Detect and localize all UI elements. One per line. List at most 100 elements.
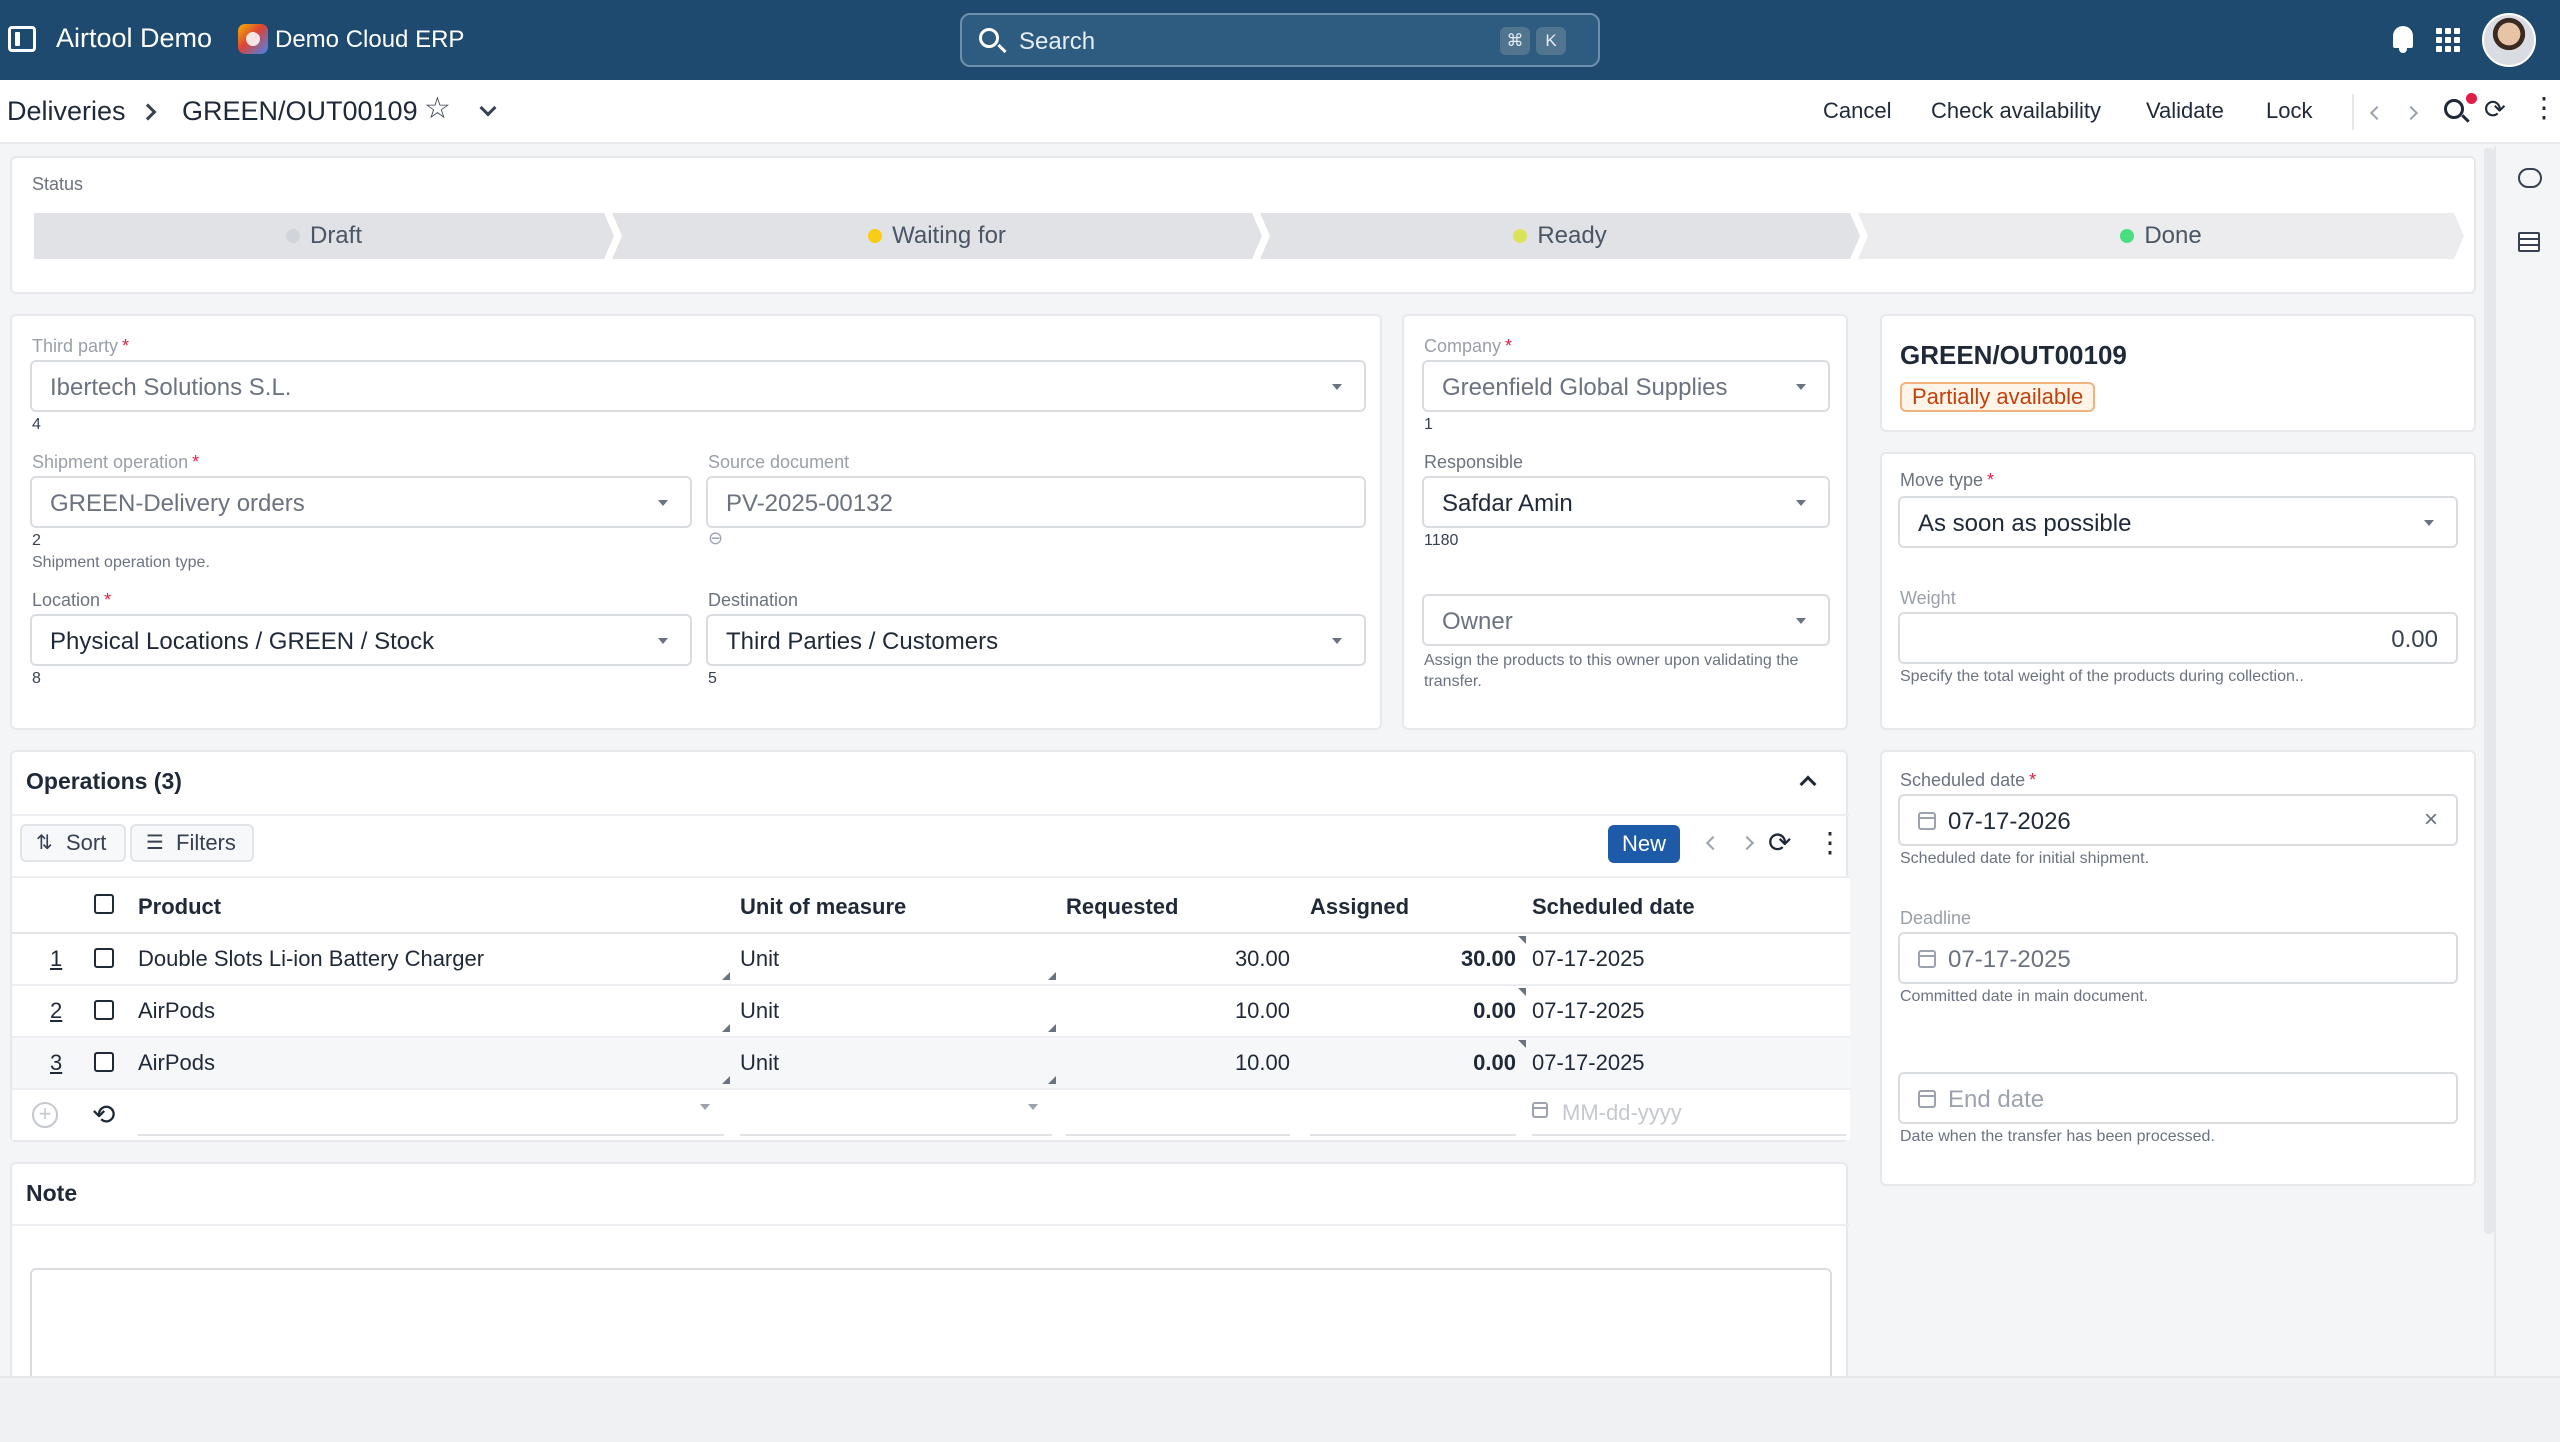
cell-uom[interactable]: Unit bbox=[740, 1050, 779, 1076]
more-options-icon[interactable]: ⋮ bbox=[2530, 94, 2558, 122]
operations-card: Operations (3) ⇅ Sort ☰ Filters New ⟳ ⋮ … bbox=[10, 750, 1850, 1142]
location-field[interactable]: Physical Locations / GREEN / Stock bbox=[30, 614, 692, 666]
clear-icon[interactable]: × bbox=[2424, 806, 2438, 834]
table-row[interactable]: 3 AirPods Unit 10.00 0.00 07-17-2025 bbox=[12, 1038, 1850, 1090]
cell-product[interactable]: AirPods bbox=[138, 1050, 215, 1076]
column-unit-of-measure[interactable]: Unit of measure bbox=[740, 894, 906, 920]
validate-button[interactable]: Validate bbox=[2146, 98, 2224, 124]
row-checkbox[interactable] bbox=[94, 948, 114, 968]
cell-assigned[interactable]: 30.00 bbox=[1310, 946, 1516, 972]
cell-uom[interactable]: Unit bbox=[740, 998, 779, 1024]
more-options-icon[interactable]: ⋮ bbox=[1816, 826, 1844, 859]
filters-button[interactable]: ☰ Filters bbox=[130, 824, 254, 862]
scheduled-date-value: 07-17-2026 bbox=[1948, 808, 2071, 835]
status-step-waiting[interactable]: Waiting for bbox=[612, 213, 1262, 259]
app-name[interactable]: Airtool Demo bbox=[56, 23, 212, 54]
row-number[interactable]: 1 bbox=[50, 946, 62, 972]
weight-label: Weight bbox=[1900, 588, 1956, 608]
note-textarea[interactable] bbox=[30, 1268, 1832, 1388]
scheduled-date-field[interactable]: 07-17-2026 × bbox=[1898, 794, 2458, 846]
column-assigned[interactable]: Assigned bbox=[1310, 894, 1409, 920]
apps-grid-icon[interactable] bbox=[2436, 28, 2460, 52]
breadcrumb-root[interactable]: Deliveries bbox=[7, 96, 126, 127]
shipment-operation-id: 2 bbox=[32, 532, 41, 549]
row-checkbox[interactable] bbox=[94, 1052, 114, 1072]
company-field[interactable]: Greenfield Global Supplies bbox=[1422, 360, 1830, 412]
chat-icon[interactable] bbox=[2518, 168, 2542, 188]
next-page-icon[interactable] bbox=[1739, 835, 1755, 851]
row-number[interactable]: 2 bbox=[50, 998, 62, 1024]
cell-corner-marker bbox=[722, 972, 730, 980]
column-requested[interactable]: Requested bbox=[1066, 894, 1178, 920]
status-step-ready[interactable]: Ready bbox=[1260, 213, 1860, 259]
weight-field[interactable]: 0.00 bbox=[1898, 612, 2458, 664]
new-button[interactable]: New bbox=[1608, 825, 1680, 863]
cell-assigned[interactable]: 0.00 bbox=[1310, 1050, 1516, 1076]
cell-scheduled-date[interactable]: 07-17-2025 bbox=[1532, 998, 1645, 1024]
column-scheduled-date[interactable]: Scheduled date bbox=[1532, 894, 1695, 920]
prev-record-icon[interactable] bbox=[2369, 105, 2385, 121]
cell-scheduled-date[interactable]: 07-17-2025 bbox=[1532, 1050, 1645, 1076]
cancel-button[interactable]: Cancel bbox=[1823, 98, 1891, 124]
third-party-field[interactable]: Ibertech Solutions S.L. bbox=[30, 360, 1366, 412]
owner-field[interactable]: Owner bbox=[1422, 594, 1830, 646]
new-assigned-input[interactable] bbox=[1310, 1134, 1516, 1136]
cell-scheduled-date[interactable]: 07-17-2025 bbox=[1532, 946, 1645, 972]
location-label: Location * bbox=[32, 590, 112, 610]
new-date-placeholder[interactable]: MM-dd-yyyy bbox=[1562, 1100, 1682, 1126]
next-record-icon[interactable] bbox=[2403, 105, 2419, 121]
sort-button[interactable]: ⇅ Sort bbox=[20, 824, 126, 862]
search-icon[interactable] bbox=[2444, 99, 2464, 119]
prev-page-icon[interactable] bbox=[1705, 835, 1721, 851]
column-product[interactable]: Product bbox=[138, 894, 221, 920]
caret-down-icon bbox=[658, 500, 668, 506]
new-product-input[interactable] bbox=[138, 1134, 724, 1136]
row-checkbox[interactable] bbox=[94, 1000, 114, 1020]
refresh-icon[interactable]: ⟳ bbox=[1768, 826, 1791, 859]
table-row[interactable]: 2 AirPods Unit 10.00 0.00 07-17-2025 bbox=[12, 986, 1850, 1038]
notification-dot bbox=[2466, 93, 2477, 104]
erp-name[interactable]: Demo Cloud ERP bbox=[275, 26, 464, 54]
new-uom-input[interactable] bbox=[740, 1134, 1052, 1136]
owner-placeholder: Owner bbox=[1442, 608, 1513, 635]
move-type-field[interactable]: As soon as possible bbox=[1898, 496, 2458, 548]
cell-requested[interactable]: 10.00 bbox=[1066, 1050, 1290, 1076]
new-requested-input[interactable] bbox=[1066, 1134, 1290, 1136]
lock-button[interactable]: Lock bbox=[2266, 98, 2312, 124]
table-row[interactable]: 1 Double Slots Li-ion Battery Charger Un… bbox=[12, 934, 1850, 986]
cell-product[interactable]: Double Slots Li-ion Battery Charger bbox=[138, 946, 484, 972]
company-value: Greenfield Global Supplies bbox=[1442, 374, 1728, 401]
avatar[interactable] bbox=[2482, 13, 2536, 67]
refresh-icon[interactable]: ⟳ bbox=[2484, 96, 2508, 122]
end-date-field[interactable]: End date bbox=[1898, 1072, 2458, 1124]
status-step-done[interactable]: Done bbox=[1858, 213, 2464, 259]
status-step-draft[interactable]: Draft bbox=[34, 213, 614, 259]
scrollbar[interactable] bbox=[2484, 148, 2494, 1234]
filters-label: Filters bbox=[176, 830, 236, 855]
row-number[interactable]: 3 bbox=[50, 1050, 62, 1076]
activity-list-icon[interactable] bbox=[2518, 232, 2540, 252]
bell-icon[interactable] bbox=[2390, 24, 2416, 54]
star-icon[interactable]: ☆ bbox=[424, 91, 451, 126]
link-icon[interactable]: ⊖ bbox=[708, 528, 723, 549]
check-availability-button[interactable]: Check availability bbox=[1931, 98, 2101, 124]
select-all-checkbox[interactable] bbox=[94, 894, 114, 914]
sidebar-toggle-icon[interactable] bbox=[8, 26, 36, 52]
cell-product[interactable]: AirPods bbox=[138, 998, 215, 1024]
global-search[interactable]: Search ⌘ K bbox=[960, 13, 1600, 67]
cell-assigned[interactable]: 0.00 bbox=[1310, 998, 1516, 1024]
destination-field[interactable]: Third Parties / Customers bbox=[706, 614, 1366, 666]
shipment-operation-field[interactable]: GREEN-Delivery orders bbox=[30, 476, 692, 528]
cell-requested[interactable]: 30.00 bbox=[1066, 946, 1290, 972]
sync-icon[interactable]: ⟲ bbox=[92, 1098, 115, 1131]
deadline-field[interactable]: 07-17-2025 bbox=[1898, 932, 2458, 984]
chevron-down-icon[interactable] bbox=[479, 99, 497, 117]
chevron-up-icon[interactable] bbox=[1799, 775, 1817, 793]
add-line-icon[interactable]: + bbox=[32, 1102, 58, 1128]
source-document-field[interactable]: PV-2025-00132 bbox=[706, 476, 1366, 528]
responsible-field[interactable]: Safdar Amin bbox=[1422, 476, 1830, 528]
cell-uom[interactable]: Unit bbox=[740, 946, 779, 972]
cell-requested[interactable]: 10.00 bbox=[1066, 998, 1290, 1024]
search-placeholder: Search bbox=[1019, 28, 1096, 55]
search-icon bbox=[979, 28, 999, 48]
